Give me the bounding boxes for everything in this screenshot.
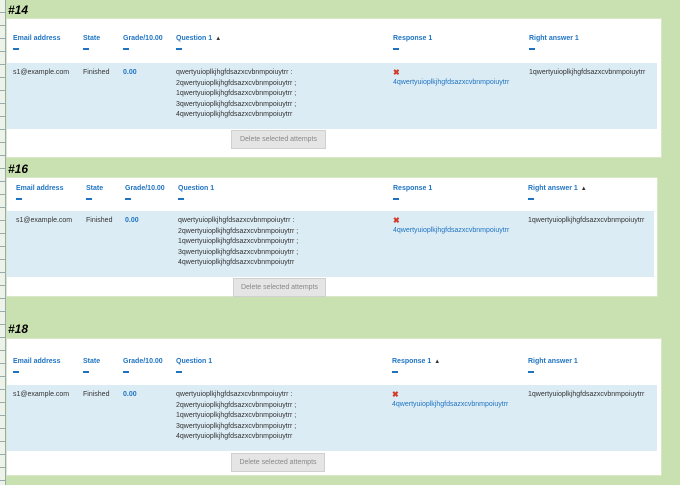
response-cell: ✖ 4qwertyuioplkjhgfdsazxcvbnmpoiuytrr xyxy=(393,216,509,237)
table-row: s1@example.com Finished 0.00 qwertyuiopl… xyxy=(7,211,654,277)
incorrect-icon: ✖ xyxy=(392,390,399,399)
state-cell: Finished xyxy=(83,69,110,76)
question-cell: qwertyuioplkjhgfdsazxcvbnmpoiuytrr : 2qw… xyxy=(176,391,297,440)
delete-selected-attempts-button[interactable]: Delete selected attempts xyxy=(231,453,325,472)
sort-asc-icon[interactable]: ▲ xyxy=(581,186,587,192)
col-question-header[interactable]: Question 1 ▲ xyxy=(176,35,221,42)
incorrect-icon: ✖ xyxy=(393,216,400,225)
email-cell: s1@example.com xyxy=(16,217,73,224)
section-title: #16 xyxy=(8,162,29,176)
col-response-header[interactable]: Response 1 xyxy=(393,185,432,192)
col-email-header[interactable]: Email address xyxy=(13,35,60,42)
col-grade-header[interactable]: Grade/10.00 xyxy=(125,185,165,192)
response-cell: ✖ 4qwertyuioplkjhgfdsazxcvbnmpoiuytrr xyxy=(393,68,509,89)
col-email-header[interactable]: Email address xyxy=(13,358,60,365)
delete-selected-attempts-button[interactable]: Delete selected attempts xyxy=(231,130,326,149)
col-question-header[interactable]: Question 1 xyxy=(176,358,212,365)
delete-selected-attempts-button[interactable]: Delete selected attempts xyxy=(233,278,326,297)
collapse-grade-icon[interactable] xyxy=(123,371,129,373)
collapse-question-icon[interactable] xyxy=(176,371,182,373)
col-response-header[interactable]: Response 1 xyxy=(393,35,432,42)
col-question-header[interactable]: Question 1 xyxy=(178,185,214,192)
grade-cell[interactable]: 0.00 xyxy=(123,68,137,79)
col-state-header[interactable]: State xyxy=(86,185,103,192)
table-row: s1@example.com Finished 0.00 qwertyuiopl… xyxy=(7,63,657,129)
sort-asc-icon[interactable]: ▲ xyxy=(434,359,440,365)
col-right-answer-header[interactable]: Right answer 1 xyxy=(529,35,579,42)
col-grade-header[interactable]: Grade/10.00 xyxy=(123,358,163,365)
response-link[interactable]: 4qwertyuioplkjhgfdsazxcvbnmpoiuytrr xyxy=(393,79,509,86)
collapse-email-icon[interactable] xyxy=(13,371,19,373)
collapse-state-icon[interactable] xyxy=(86,198,92,200)
collapse-right-answer-icon[interactable] xyxy=(529,48,535,50)
response-link[interactable]: 4qwertyuioplkjhgfdsazxcvbnmpoiuytrr xyxy=(392,401,508,408)
state-cell: Finished xyxy=(86,217,113,224)
collapse-email-icon[interactable] xyxy=(16,198,22,200)
section-title: #14 xyxy=(8,3,29,17)
grade-cell[interactable]: 0.00 xyxy=(123,390,137,401)
right-answer-cell: 1qwertyuioplkjhgfdsazxcvbnmpoiuytrr xyxy=(528,217,645,224)
collapse-response-icon[interactable] xyxy=(393,48,399,50)
collapse-grade-icon[interactable] xyxy=(125,198,131,200)
table-row: s1@example.com Finished 0.00 qwertyuiopl… xyxy=(7,385,657,451)
col-state-header[interactable]: State xyxy=(83,358,100,365)
email-cell: s1@example.com xyxy=(13,69,70,76)
email-cell: s1@example.com xyxy=(13,391,70,398)
col-email-header[interactable]: Email address xyxy=(16,185,63,192)
collapse-state-icon[interactable] xyxy=(83,371,89,373)
col-response-header[interactable]: Response 1 ▲ xyxy=(392,358,440,365)
collapse-right-answer-icon[interactable] xyxy=(528,371,534,373)
collapse-state-icon[interactable] xyxy=(83,48,89,50)
collapse-right-answer-icon[interactable] xyxy=(528,198,534,200)
collapse-response-icon[interactable] xyxy=(393,198,399,200)
attempts-panel: Email address State Grade/10.00 Question… xyxy=(6,177,658,297)
right-answer-cell: 1qwertyuioplkjhgfdsazxcvbnmpoiuytrr xyxy=(529,69,646,76)
collapse-question-icon[interactable] xyxy=(176,48,182,50)
right-answer-cell: 1qwertyuioplkjhgfdsazxcvbnmpoiuytrr xyxy=(528,391,645,398)
sort-asc-icon[interactable]: ▲ xyxy=(215,36,221,42)
collapse-grade-icon[interactable] xyxy=(123,48,129,50)
col-state-header[interactable]: State xyxy=(83,35,100,42)
collapse-email-icon[interactable] xyxy=(13,48,19,50)
response-cell: ✖ 4qwertyuioplkjhgfdsazxcvbnmpoiuytrr xyxy=(392,390,508,411)
response-link[interactable]: 4qwertyuioplkjhgfdsazxcvbnmpoiuytrr xyxy=(393,227,509,234)
incorrect-icon: ✖ xyxy=(393,68,400,77)
section-title: #18 xyxy=(8,322,29,336)
col-grade-header[interactable]: Grade/10.00 xyxy=(123,35,163,42)
state-cell: Finished xyxy=(83,391,110,398)
attempts-panel: Email address State Grade/10.00 Question… xyxy=(6,338,662,476)
col-right-answer-header[interactable]: Right answer 1 xyxy=(528,358,578,365)
grade-cell[interactable]: 0.00 xyxy=(125,216,139,227)
collapse-response-icon[interactable] xyxy=(392,371,398,373)
attempts-panel: Email address State Grade/10.00 Question… xyxy=(6,18,662,158)
question-cell: qwertyuioplkjhgfdsazxcvbnmpoiuytrr : 2qw… xyxy=(178,217,299,266)
question-cell: qwertyuioplkjhgfdsazxcvbnmpoiuytrr : 2qw… xyxy=(176,69,297,118)
col-right-answer-header[interactable]: Right answer 1 ▲ xyxy=(528,185,587,192)
collapse-question-icon[interactable] xyxy=(178,198,184,200)
